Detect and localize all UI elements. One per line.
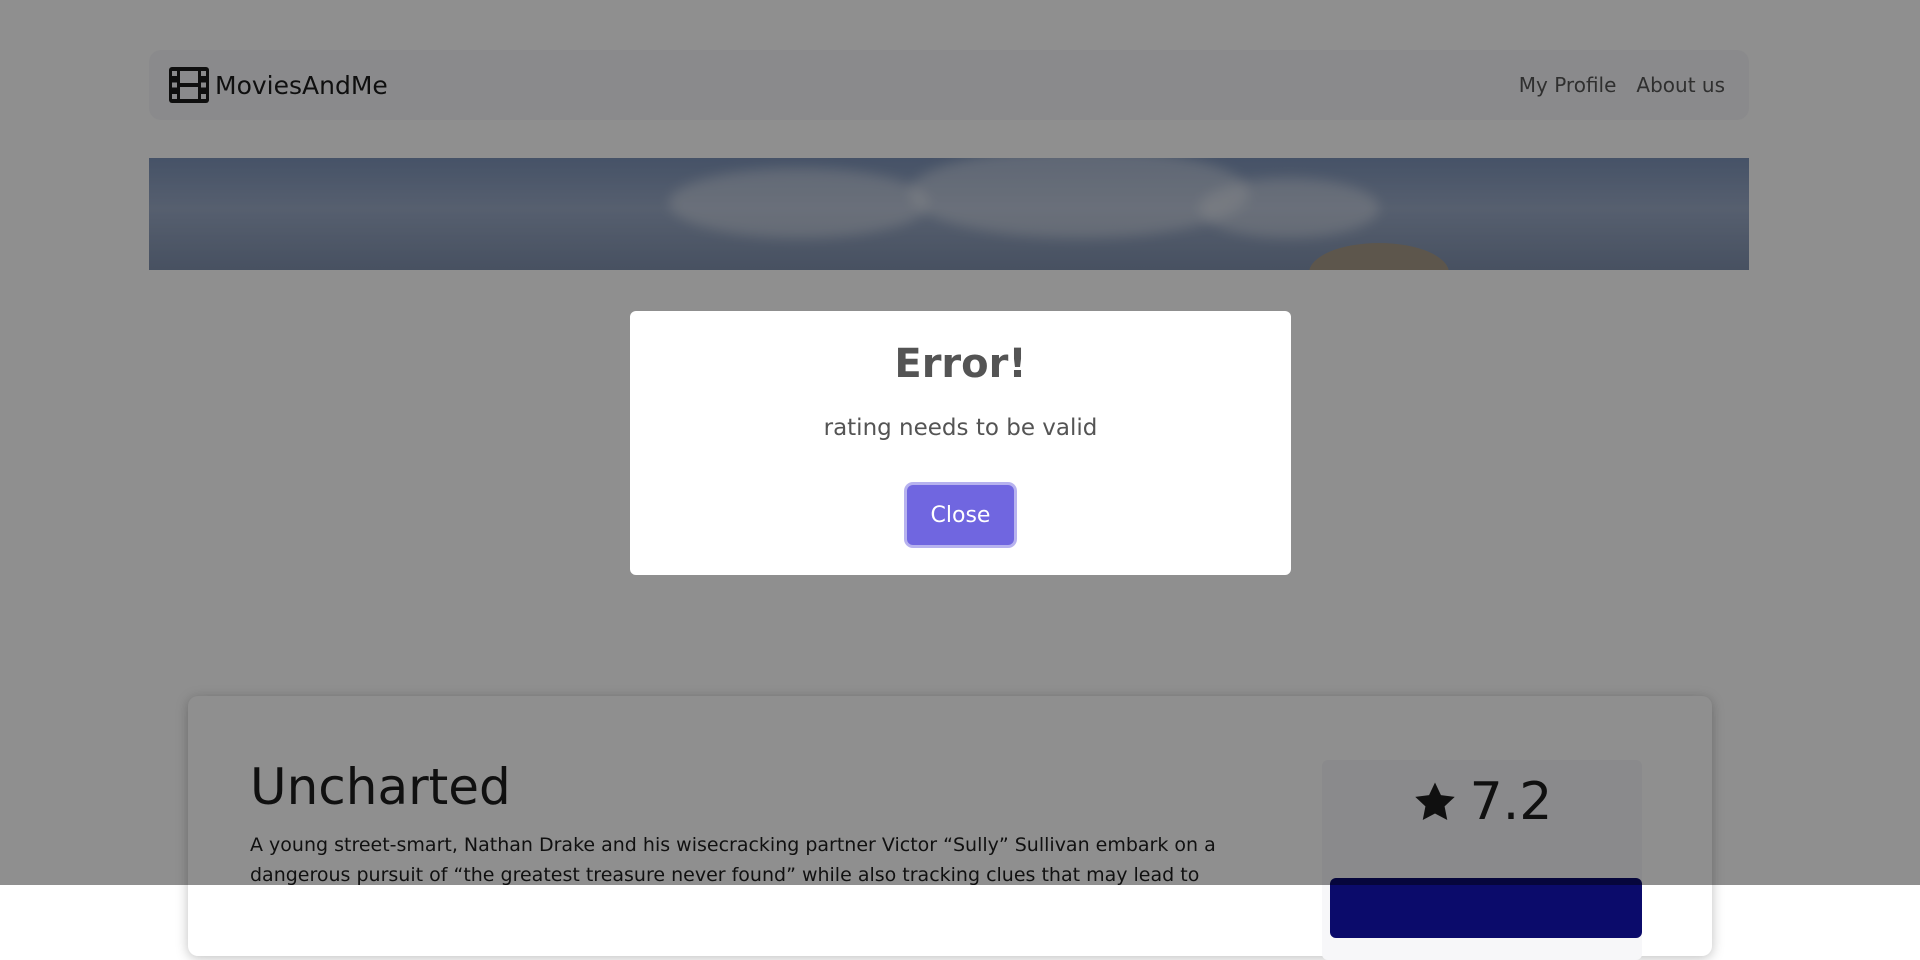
error-dialog: Error! rating needs to be valid Close xyxy=(630,311,1291,575)
close-button[interactable]: Close xyxy=(907,485,1014,545)
page: MoviesAndMe My Profile About us Uncharte… xyxy=(0,0,1920,960)
rate-button[interactable] xyxy=(1330,878,1642,938)
dialog-title: Error! xyxy=(894,341,1027,387)
dialog-message: rating needs to be valid xyxy=(823,415,1098,441)
